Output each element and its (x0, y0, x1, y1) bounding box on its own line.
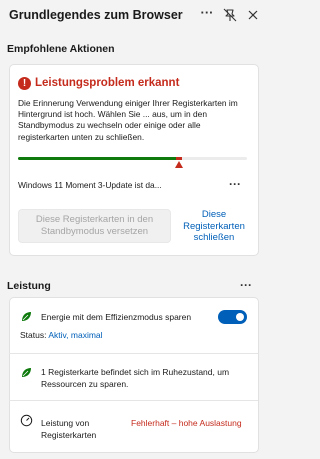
tab-performance-label: Leistung von Registerkarten (41, 418, 97, 440)
speedometer-icon (20, 414, 33, 427)
unpin-icon (223, 8, 237, 22)
meter-marker-icon (175, 161, 183, 168)
performance-more-button[interactable]: ··· (240, 278, 252, 292)
update-notice[interactable]: Windows 11 Moment 3-Update ist da... (18, 180, 178, 190)
error-icon: ! (18, 77, 31, 90)
sleeping-tabs-info: 1 Registerkarte befindet sich im Ruhezus… (41, 367, 230, 389)
performance-heading: Leistung (7, 280, 51, 292)
tab-performance-status: Fehlerhaft – hohe Auslastung (131, 418, 242, 428)
close-tabs-link[interactable]: Diese Registerkarten schließen (178, 209, 250, 244)
pane-title: Grundlegendes zum Browser (9, 8, 183, 22)
close-button[interactable] (244, 6, 262, 24)
close-icon (248, 10, 258, 20)
unpin-button[interactable] (221, 6, 239, 24)
more-options-button[interactable]: ··· (198, 6, 216, 24)
leaf-icon (22, 312, 31, 321)
status-value-link[interactable]: Aktiv, maximal (48, 330, 102, 340)
efficiency-mode-toggle[interactable] (218, 310, 247, 324)
alert-title: Leistungsproblem erkannt (35, 77, 180, 89)
sleep-tabs-button[interactable]: Diese Registerkarten in den Standbymodus… (18, 209, 171, 243)
meter-fill (18, 157, 176, 160)
efficiency-status: Status: Aktiv, maximal (20, 330, 240, 342)
update-more-button[interactable]: ··· (229, 177, 241, 191)
status-prefix: Status: (20, 330, 47, 340)
efficiency-mode-label: Energie mit dem Effizienzmodus sparen (41, 312, 192, 322)
alert-description: Die Erinnerung Verwendung einiger Ihrer … (18, 98, 238, 142)
toggle-knob (236, 313, 244, 321)
memory-usage-meter (18, 157, 247, 169)
meter-threshold-segment (176, 157, 182, 160)
pane-header: Grundlegendes zum Browser ··· (0, 0, 267, 32)
sleeping-tab-leaf-icon (22, 368, 31, 377)
divider (9, 353, 258, 354)
divider (9, 400, 258, 401)
recommended-actions-heading: Empfohlene Aktionen (7, 43, 115, 55)
